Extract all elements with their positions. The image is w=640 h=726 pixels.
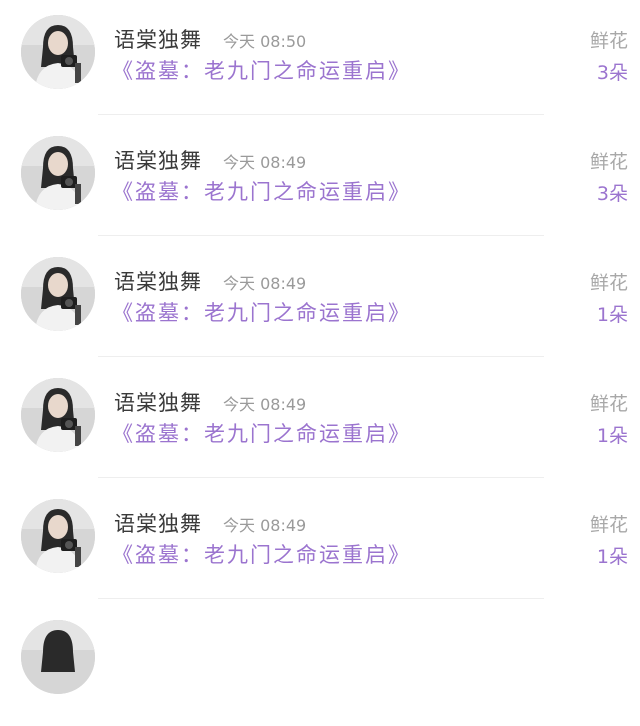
- user-avatar[interactable]: [21, 499, 95, 573]
- timestamp: 今天 08:49: [223, 274, 307, 293]
- user-avatar[interactable]: [21, 378, 95, 452]
- user-avatar[interactable]: [21, 15, 95, 89]
- row-divider: [98, 114, 544, 115]
- user-name[interactable]: 语棠独舞: [114, 145, 202, 175]
- gift-type: 鲜花: [589, 151, 628, 173]
- user-avatar[interactable]: [21, 620, 95, 694]
- avatar-photo: [21, 15, 95, 89]
- timestamp: 今天 08:49: [223, 153, 307, 172]
- gift-type: 鲜花: [589, 30, 628, 52]
- gift-count: 3朵: [596, 183, 628, 205]
- gift-type: 鲜花: [589, 514, 628, 536]
- user-name[interactable]: 语棠独舞: [114, 266, 202, 296]
- gift-record-item[interactable]: 语棠独舞 今天 08:49 《盗墓：老九门之命运重启》 鲜花 3朵: [0, 121, 640, 242]
- timestamp: 今天 08:50: [223, 32, 307, 51]
- gift-record-item[interactable]: 语棠独舞 今天 08:50 《盗墓：老九门之命运重启》 鲜花 3朵: [0, 0, 640, 121]
- book-title-link[interactable]: 《盗墓：老九门之命运重启》: [112, 418, 411, 448]
- user-name[interactable]: 语棠独舞: [114, 508, 202, 538]
- avatar-photo: [21, 378, 95, 452]
- timestamp: 今天 08:49: [223, 516, 307, 535]
- book-title-link[interactable]: 《盗墓：老九门之命运重启》: [112, 176, 411, 206]
- row-divider: [98, 235, 544, 236]
- user-name[interactable]: 语棠独舞: [114, 24, 202, 54]
- gift-count: 1朵: [596, 546, 628, 568]
- gift-record-item[interactable]: 语棠独舞 今天 08:49 《盗墓：老九门之命运重启》 鲜花 1朵: [0, 484, 640, 605]
- gift-record-item-partial[interactable]: [0, 605, 640, 726]
- gift-count: 1朵: [596, 425, 628, 447]
- user-avatar[interactable]: [21, 136, 95, 210]
- row-divider: [98, 356, 544, 357]
- row-divider: [98, 598, 544, 599]
- book-title-link[interactable]: 《盗墓：老九门之命运重启》: [112, 55, 411, 85]
- gift-type: 鲜花: [589, 393, 628, 415]
- gift-record-item[interactable]: 语棠独舞 今天 08:49 《盗墓：老九门之命运重启》 鲜花 1朵: [0, 363, 640, 484]
- avatar-photo: [21, 257, 95, 331]
- avatar-photo: [21, 620, 95, 694]
- row-divider: [98, 477, 544, 478]
- user-name[interactable]: 语棠独舞: [114, 387, 202, 417]
- gift-count: 1朵: [596, 304, 628, 326]
- gift-count: 3朵: [596, 62, 628, 84]
- avatar-photo: [21, 136, 95, 210]
- avatar-photo: [21, 499, 95, 573]
- gift-type: 鲜花: [589, 272, 628, 294]
- book-title-link[interactable]: 《盗墓：老九门之命运重启》: [112, 539, 411, 569]
- user-avatar[interactable]: [21, 257, 95, 331]
- book-title-link[interactable]: 《盗墓：老九门之命运重启》: [112, 297, 411, 327]
- timestamp: 今天 08:49: [223, 395, 307, 414]
- gift-record-item[interactable]: 语棠独舞 今天 08:49 《盗墓：老九门之命运重启》 鲜花 1朵: [0, 242, 640, 363]
